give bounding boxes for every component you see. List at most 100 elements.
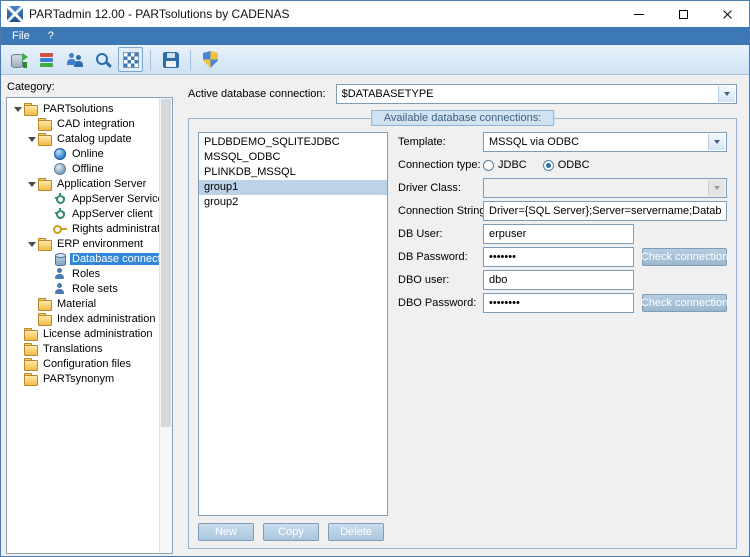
titlebar[interactable]: PARTadmin 12.00 - PARTsolutions by CADEN… bbox=[1, 1, 749, 27]
dropdown-arrow-icon[interactable] bbox=[718, 86, 735, 102]
dbo-user-input[interactable] bbox=[483, 270, 634, 290]
tree-scrollbar-thumb[interactable] bbox=[161, 99, 171, 427]
tree-item-material[interactable]: Material bbox=[7, 296, 159, 311]
menu-file[interactable]: File bbox=[3, 28, 39, 44]
odbc-radio-label: ODBC bbox=[557, 159, 590, 171]
check-dbo-connection-button[interactable]: Check connection bbox=[641, 294, 728, 312]
save-icon bbox=[162, 51, 179, 68]
expander-placeholder bbox=[12, 358, 24, 370]
check-db-connection-button[interactable]: Check connection bbox=[641, 248, 728, 266]
expander-icon[interactable] bbox=[26, 178, 38, 190]
tree-item-index-administration[interactable]: Index administration bbox=[7, 311, 159, 326]
tree-item-role-sets[interactable]: Role sets bbox=[7, 281, 159, 296]
tree-item-label: PARTsolutions bbox=[43, 102, 114, 115]
tree-item-license-administration[interactable]: License administration bbox=[7, 326, 159, 341]
tree-item-erp-environment[interactable]: ERP environment bbox=[7, 236, 159, 251]
tree-item-label: Application Server bbox=[57, 177, 147, 190]
tree-item-partsynonym[interactable]: PARTsynonym bbox=[7, 371, 159, 386]
partadmin-window: PARTadmin 12.00 - PARTsolutions by CADEN… bbox=[0, 0, 750, 557]
tree-item-appserver-service[interactable]: AppServer Service bbox=[7, 191, 159, 206]
person-icon bbox=[53, 282, 67, 295]
menu-help[interactable]: ? bbox=[39, 28, 63, 44]
catalog-update-button[interactable] bbox=[34, 47, 59, 72]
index-search-icon bbox=[94, 51, 112, 69]
groupbox-title: Available database connections: bbox=[370, 110, 555, 126]
toolbar bbox=[1, 45, 749, 75]
db-user-input[interactable] bbox=[483, 224, 634, 244]
tree-item-label: Online bbox=[72, 147, 104, 160]
copy-button[interactable]: Copy bbox=[263, 523, 319, 541]
database-sync-button[interactable] bbox=[6, 47, 31, 72]
index-search-button[interactable] bbox=[90, 47, 115, 72]
folder-icon bbox=[38, 177, 52, 191]
db-password-input[interactable] bbox=[483, 247, 634, 267]
database-connection-panel: Active database connection: $DATABASETYP… bbox=[173, 75, 749, 556]
user-administration-button[interactable] bbox=[62, 47, 87, 72]
tree-item-roles[interactable]: Roles bbox=[7, 266, 159, 281]
tree-item-online[interactable]: Online bbox=[7, 146, 159, 161]
new-button[interactable]: New bbox=[198, 523, 254, 541]
active-connection-combobox[interactable]: $DATABASETYPE bbox=[335, 84, 737, 104]
tree-item-label: AppServer Service bbox=[72, 192, 159, 205]
tree-item-cad-integration[interactable]: CAD integration bbox=[7, 116, 159, 131]
dbo-password-label: DBO Password: bbox=[398, 297, 477, 309]
expander-placeholder bbox=[12, 373, 24, 385]
tree-item-database-connection[interactable]: Database connection bbox=[7, 251, 159, 266]
tree-item-appserver-client[interactable]: AppServer client bbox=[7, 206, 159, 221]
minimize-button[interactable] bbox=[617, 1, 661, 27]
globe-icon bbox=[53, 147, 67, 160]
connection-string-input[interactable] bbox=[483, 201, 727, 221]
tree-item-configuration-files[interactable]: Configuration files bbox=[7, 356, 159, 371]
gear-icon bbox=[53, 207, 67, 220]
folder-icon bbox=[24, 327, 38, 341]
admin-elevation-button[interactable] bbox=[198, 47, 223, 72]
tree-item-application-server[interactable]: Application Server bbox=[7, 176, 159, 191]
tree-item-label: Index administration bbox=[57, 312, 156, 325]
expander-icon[interactable] bbox=[26, 133, 38, 145]
erp-environment-icon bbox=[122, 51, 139, 68]
template-combobox[interactable]: MSSQL via ODBC bbox=[483, 132, 727, 152]
tree-item-rights-administration[interactable]: Rights administration bbox=[7, 221, 159, 236]
list-item[interactable]: PLINKDB_MSSQL bbox=[199, 165, 387, 180]
db-password-label: DB Password: bbox=[398, 251, 468, 263]
save-button[interactable] bbox=[158, 47, 183, 72]
list-item[interactable]: group2 bbox=[199, 195, 387, 210]
globe-icon bbox=[53, 162, 67, 175]
dbo-password-input[interactable] bbox=[483, 293, 634, 313]
list-item[interactable]: MSSQL_ODBC bbox=[199, 150, 387, 165]
app-icon bbox=[7, 6, 23, 22]
menubar: File ? bbox=[1, 27, 749, 45]
tree-item-label: AppServer client bbox=[72, 207, 153, 220]
tree-item-offline[interactable]: Offline bbox=[7, 161, 159, 176]
odbc-radio[interactable]: ODBC bbox=[542, 159, 590, 171]
list-item[interactable]: PLDBDEMO_SQLITEJDBC bbox=[199, 135, 387, 150]
tree-item-translations[interactable]: Translations bbox=[7, 341, 159, 356]
tree-item-label: Rights administration bbox=[72, 222, 159, 235]
tree-item-catalog-update[interactable]: Catalog update bbox=[7, 131, 159, 146]
tree-item-label: CAD integration bbox=[57, 117, 135, 130]
gear-icon bbox=[53, 192, 67, 205]
expander-icon[interactable] bbox=[26, 238, 38, 250]
dropdown-arrow-icon[interactable] bbox=[708, 134, 725, 150]
dbo-user-label: DBO user: bbox=[398, 274, 450, 286]
connections-listbox[interactable]: PLDBDEMO_SQLITEJDBC MSSQL_ODBC PLINKDB_M… bbox=[198, 132, 388, 516]
folder-icon bbox=[38, 117, 52, 131]
erp-environment-button[interactable] bbox=[118, 47, 143, 72]
category-label: Category: bbox=[7, 81, 55, 93]
close-button[interactable] bbox=[705, 1, 749, 27]
connection-type-label: Connection type: bbox=[398, 159, 481, 171]
driver-class-combobox bbox=[483, 178, 727, 198]
tree-item-partsolutions[interactable]: PARTsolutions bbox=[7, 101, 159, 116]
folder-icon bbox=[24, 102, 38, 116]
folder-icon bbox=[24, 342, 38, 356]
catalog-update-icon bbox=[38, 51, 56, 69]
tree-scrollbar[interactable] bbox=[159, 98, 172, 553]
expander-icon[interactable] bbox=[12, 103, 24, 115]
dropdown-arrow-icon bbox=[708, 180, 725, 196]
folder-icon bbox=[38, 237, 52, 251]
delete-button[interactable]: Delete bbox=[328, 523, 384, 541]
maximize-button[interactable] bbox=[661, 1, 705, 27]
minimize-icon bbox=[634, 13, 644, 15]
list-item-selected[interactable]: group1 bbox=[199, 180, 387, 195]
jdbc-radio[interactable]: JDBC bbox=[483, 159, 527, 171]
